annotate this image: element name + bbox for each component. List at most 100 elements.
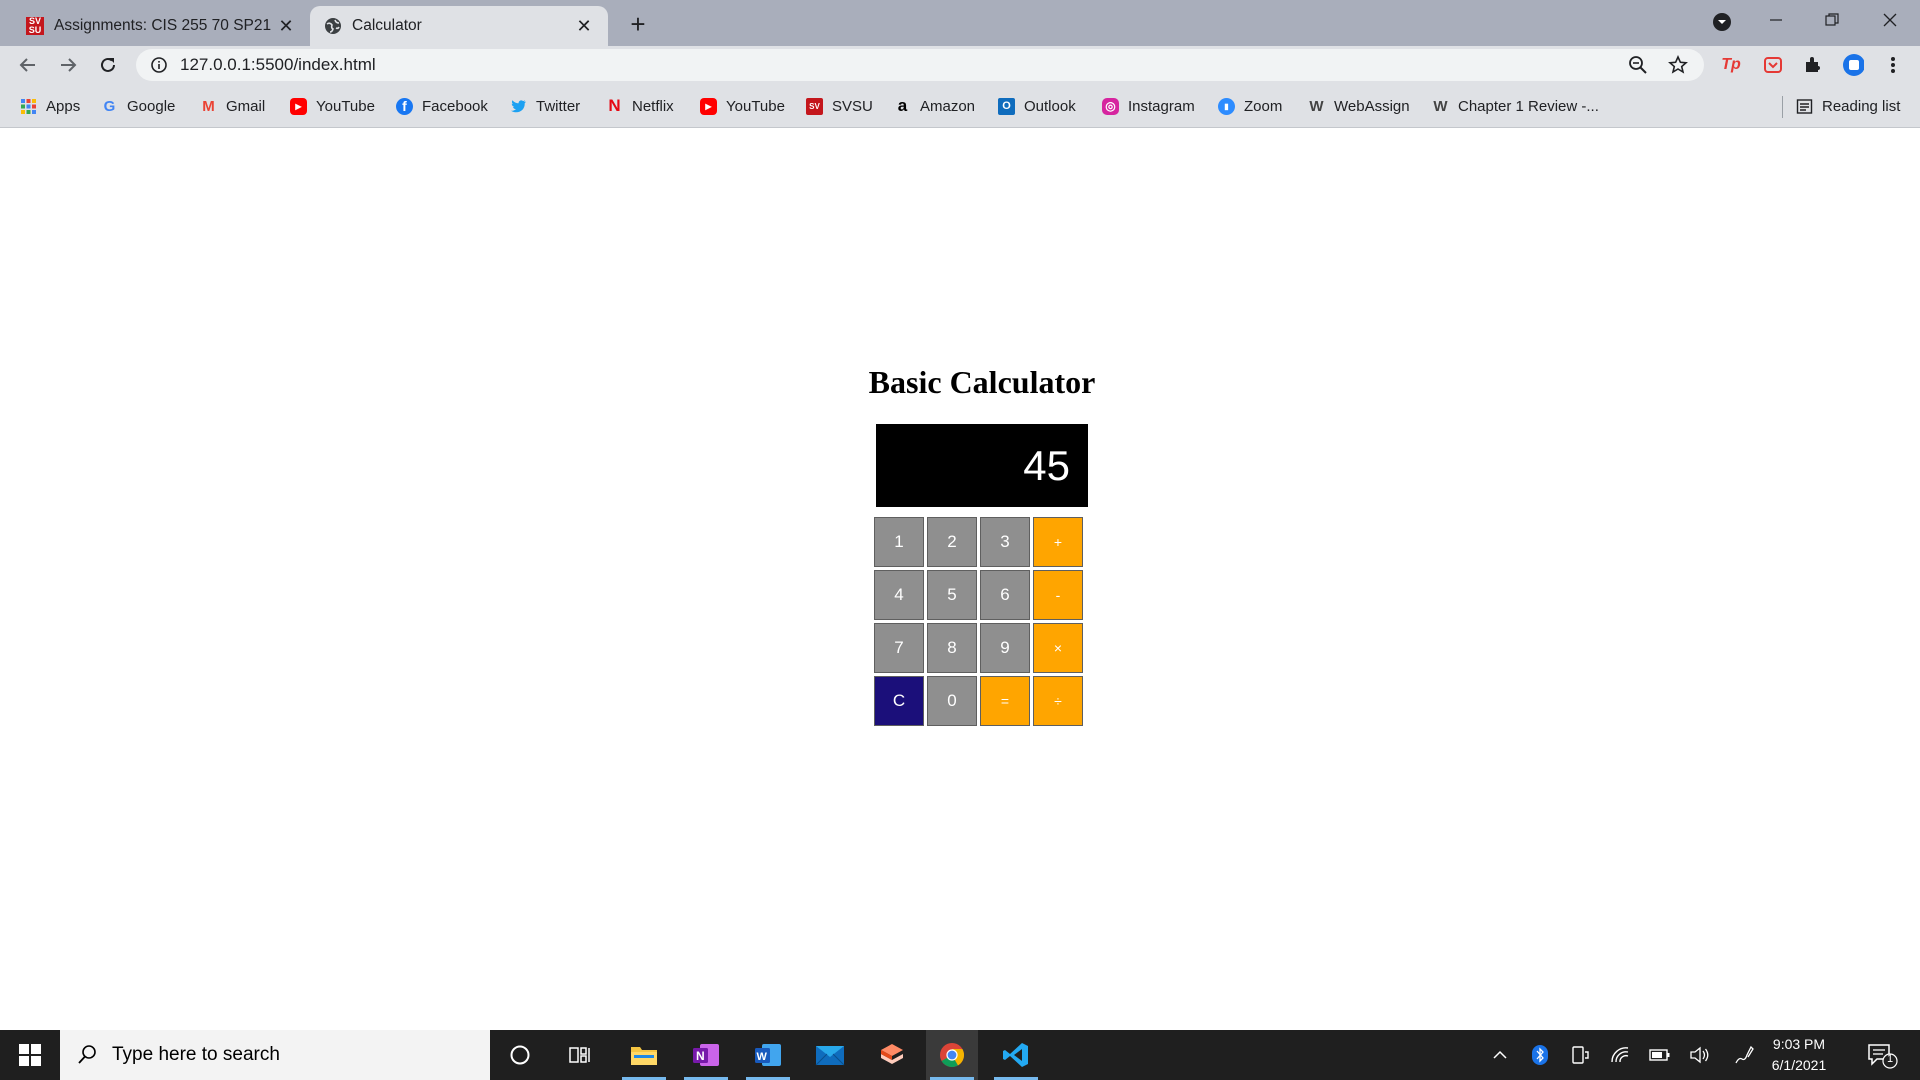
windows-start-button[interactable] bbox=[0, 1030, 60, 1080]
bookmark-label: YouTube bbox=[316, 97, 375, 115]
youtube-icon: ▶ bbox=[290, 97, 307, 115]
bluetooth-icon[interactable] bbox=[1528, 1043, 1552, 1067]
instagram-icon: ◎ bbox=[1102, 97, 1119, 115]
operator-key-8[interactable]: - bbox=[1033, 570, 1083, 620]
bookmark-youtube[interactable]: ▶ YouTube bbox=[290, 95, 375, 117]
address-bar[interactable]: 127.0.0.1:5500/index.html bbox=[136, 49, 1704, 81]
digit-key-1[interactable]: 1 bbox=[874, 517, 924, 567]
digit-key-3[interactable]: 3 bbox=[980, 517, 1030, 567]
show-hidden-icons-chevron-icon[interactable] bbox=[1488, 1043, 1512, 1067]
calculator-keypad: 1 2 3 +4 5 6- 7 8 9 × C 0 = ÷ bbox=[874, 517, 1086, 727]
svsu-logo-icon: SV bbox=[806, 97, 823, 115]
taskbar-clock[interactable]: 9:03 PM 6/1/2021 bbox=[1754, 1034, 1844, 1076]
action-center-button[interactable]: 1 bbox=[1866, 1040, 1900, 1070]
close-tab-icon[interactable]: ✕ bbox=[574, 16, 594, 36]
browser-toolbar: 127.0.0.1:5500/index.html Tp bbox=[0, 46, 1920, 84]
bookmark-facebook[interactable]: f Facebook bbox=[396, 95, 488, 117]
bookmark-outlook[interactable]: O Outlook bbox=[998, 95, 1076, 117]
pen-ink-icon[interactable] bbox=[1732, 1043, 1756, 1067]
gmail-icon: M bbox=[202, 97, 215, 115]
bookmark-apps[interactable]: Apps bbox=[20, 95, 80, 117]
digit-key-5[interactable]: 5 bbox=[927, 570, 977, 620]
bookmark-zoom[interactable]: ▮ Zoom bbox=[1218, 95, 1282, 117]
bookmark-youtube-2[interactable]: ▶ YouTube bbox=[700, 95, 785, 117]
bookmark-google[interactable]: G Google bbox=[101, 95, 176, 117]
pocket-icon[interactable] bbox=[1762, 54, 1784, 76]
digit-key-6[interactable]: 6 bbox=[980, 570, 1030, 620]
info-icon[interactable] bbox=[150, 56, 168, 74]
new-tab-button[interactable]: + bbox=[622, 8, 654, 40]
tab-assignments[interactable]: SV SU Assignments: CIS 255 70 SP21 ✕ bbox=[12, 6, 310, 46]
tab-search-icon[interactable] bbox=[1710, 10, 1734, 34]
digit-key-8[interactable]: 8 bbox=[927, 623, 977, 673]
bookmark-gmail[interactable]: M Gmail bbox=[200, 95, 265, 117]
mail-icon[interactable] bbox=[804, 1030, 856, 1080]
globe-icon bbox=[325, 18, 341, 34]
bookmark-amazon[interactable]: a Amazon bbox=[894, 95, 975, 117]
bookmark-netflix[interactable]: N Netflix bbox=[606, 95, 673, 117]
facebook-icon: f bbox=[396, 97, 413, 115]
snip-icon[interactable] bbox=[866, 1030, 918, 1080]
task-view-icon[interactable] bbox=[554, 1030, 606, 1080]
search-placeholder: Type here to search bbox=[112, 1044, 280, 1065]
menu-kebab-icon[interactable] bbox=[1882, 54, 1904, 76]
webassign-icon: W bbox=[1433, 97, 1448, 115]
digit-key-7[interactable]: 7 bbox=[874, 623, 924, 673]
reload-icon[interactable] bbox=[92, 49, 124, 81]
tp-extension-icon[interactable]: Tp bbox=[1720, 54, 1742, 76]
zoom-magnifier-icon[interactable] bbox=[1626, 53, 1650, 77]
wifi-icon[interactable] bbox=[1608, 1043, 1632, 1067]
svg-text:N: N bbox=[696, 1049, 705, 1063]
clock-time: 9:03 PM bbox=[1772, 1036, 1826, 1052]
word-icon[interactable]: W bbox=[742, 1030, 794, 1080]
cortana-icon[interactable] bbox=[494, 1030, 546, 1080]
bookmark-label: Outlook bbox=[1024, 97, 1076, 115]
close-window-icon[interactable] bbox=[1866, 4, 1914, 36]
operator-key-15[interactable]: = bbox=[980, 676, 1030, 726]
file-explorer-icon[interactable] bbox=[618, 1030, 670, 1080]
back-arrow-icon[interactable] bbox=[12, 49, 44, 81]
taskbar-search-box[interactable]: Type here to search bbox=[60, 1030, 490, 1080]
amazon-icon: a bbox=[897, 96, 908, 115]
forward-arrow-icon[interactable] bbox=[52, 49, 84, 81]
onenote-icon[interactable]: N bbox=[680, 1030, 732, 1080]
zoom-icon: ▮ bbox=[1218, 97, 1235, 115]
page-title: Basic Calculator bbox=[868, 364, 1096, 400]
bookmarks-bar: Apps G Google M Gmail ▶ YouTube f Facebo… bbox=[0, 84, 1920, 128]
chrome-icon[interactable] bbox=[926, 1030, 978, 1080]
profile-avatar-icon[interactable] bbox=[1842, 54, 1864, 76]
bookmark-webassign[interactable]: W WebAssign bbox=[1308, 95, 1410, 117]
bookmark-star-icon[interactable] bbox=[1666, 53, 1690, 77]
device-icon[interactable] bbox=[1568, 1043, 1592, 1067]
vscode-icon[interactable] bbox=[990, 1030, 1042, 1080]
bookmark-label: WebAssign bbox=[1334, 97, 1410, 115]
youtube-icon: ▶ bbox=[700, 97, 717, 115]
digit-key-9[interactable]: 9 bbox=[980, 623, 1030, 673]
digit-key-2[interactable]: 2 bbox=[927, 517, 977, 567]
bookmark-svsu[interactable]: SV SVSU bbox=[806, 95, 873, 117]
operator-key-16[interactable]: ÷ bbox=[1033, 676, 1083, 726]
close-tab-icon[interactable]: ✕ bbox=[276, 16, 296, 36]
minimize-icon[interactable] bbox=[1752, 4, 1800, 36]
operator-key-4[interactable]: + bbox=[1033, 517, 1083, 567]
restore-icon[interactable] bbox=[1808, 4, 1856, 36]
bookmark-label: Chapter 1 Review -... bbox=[1458, 97, 1599, 115]
bookmark-instagram[interactable]: ◎ Instagram bbox=[1102, 95, 1195, 117]
clear-button[interactable]: C bbox=[874, 676, 924, 726]
bookmark-label: Apps bbox=[46, 97, 81, 115]
extensions-puzzle-icon[interactable] bbox=[1802, 54, 1824, 76]
bookmark-label: SVSU bbox=[832, 97, 873, 115]
digit-key-4[interactable]: 4 bbox=[874, 570, 924, 620]
outlook-icon: O bbox=[998, 97, 1015, 115]
bookmark-twitter[interactable]: Twitter bbox=[510, 95, 580, 117]
tab-calculator[interactable]: Calculator ✕ bbox=[310, 6, 608, 46]
operator-key-12[interactable]: × bbox=[1033, 623, 1083, 673]
digit-key-0[interactable]: 0 bbox=[927, 676, 977, 726]
tab-title: Calculator bbox=[352, 17, 422, 34]
battery-icon[interactable] bbox=[1648, 1043, 1672, 1067]
reading-list-button[interactable]: Reading list bbox=[1796, 95, 1900, 117]
volume-icon[interactable] bbox=[1688, 1043, 1712, 1067]
bookmark-label: Google bbox=[127, 97, 176, 115]
bookmark-chapter-1-review[interactable]: W Chapter 1 Review -... bbox=[1432, 95, 1599, 117]
search-icon bbox=[78, 1045, 96, 1064]
